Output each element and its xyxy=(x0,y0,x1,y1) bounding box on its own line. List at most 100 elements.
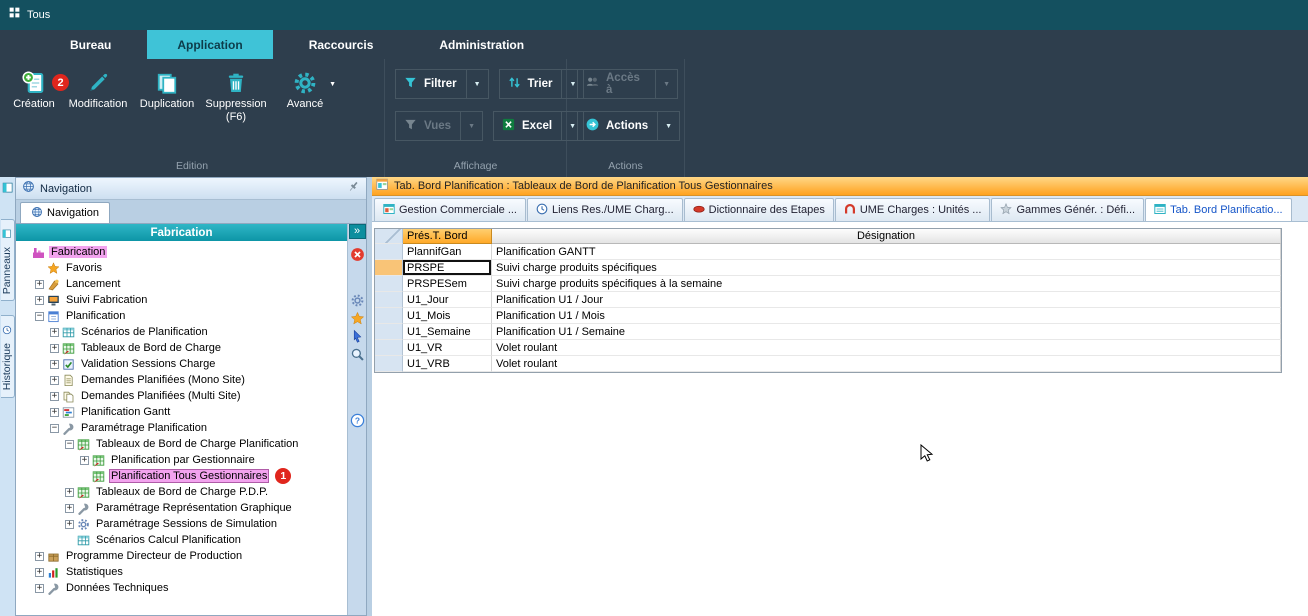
cell-designation[interactable]: Suivi charge produits spécifiques xyxy=(492,260,1281,276)
table-row[interactable]: U1_JourPlanification U1 / Jour xyxy=(375,292,1281,308)
document-tab-tab-bord-planificatio[interactable]: Tab. Bord Planificatio... xyxy=(1145,198,1292,221)
expander-minus-icon[interactable]: − xyxy=(35,312,44,321)
grid-corner[interactable] xyxy=(375,229,403,244)
row-indicator[interactable] xyxy=(375,292,403,308)
tree-item-tableaux-de-bord-de-charge-p-d-p[interactable]: +Tableaux de Bord de Charge P.D.P. xyxy=(16,484,347,500)
table-row[interactable]: PRSPESemSuivi charge produits spécifique… xyxy=(375,276,1281,292)
cell-designation[interactable]: Planification U1 / Semaine xyxy=(492,324,1281,340)
duplication-button[interactable]: Duplication xyxy=(134,65,200,111)
cell-pres-t-bord[interactable]: U1_Mois xyxy=(403,308,492,324)
ribbon-tab-administration[interactable]: Administration xyxy=(409,30,554,59)
row-indicator[interactable] xyxy=(375,260,403,276)
ribbon-tab-bureau[interactable]: Bureau xyxy=(40,30,141,59)
edge-tab-panneaux[interactable]: Panneaux xyxy=(1,219,15,301)
tree-item-planification[interactable]: −Planification xyxy=(16,308,347,324)
collapse-panel-button[interactable]: » xyxy=(349,224,366,239)
magnifier-icon[interactable] xyxy=(350,347,365,362)
expander-plus-icon[interactable]: + xyxy=(35,296,44,305)
table-row[interactable]: PRSPESuivi charge produits spécifiques xyxy=(375,260,1281,276)
expander-plus-icon[interactable]: + xyxy=(65,520,74,529)
expander-minus-icon[interactable]: − xyxy=(50,424,59,433)
expander-plus-icon[interactable]: + xyxy=(50,392,59,401)
tree-item-scenarios-de-planification[interactable]: +Scénarios de Planification xyxy=(16,324,347,340)
expander-plus-icon[interactable]: + xyxy=(50,360,59,369)
expander-plus-icon[interactable]: + xyxy=(35,568,44,577)
expander-plus-icon[interactable]: + xyxy=(80,456,89,465)
cell-designation[interactable]: Volet roulant xyxy=(492,356,1281,372)
close-red-icon[interactable] xyxy=(350,247,365,262)
tree-item-scenarios-calcul-planification[interactable]: Scénarios Calcul Planification xyxy=(16,532,347,548)
table-row[interactable]: U1_MoisPlanification U1 / Mois xyxy=(375,308,1281,324)
suppression-button[interactable]: Suppression(F6) xyxy=(203,65,269,124)
star-icon[interactable] xyxy=(350,311,365,326)
cell-designation[interactable]: Planification GANTT xyxy=(492,244,1281,260)
edge-tab-historique[interactable]: Historique xyxy=(1,315,15,397)
cell-designation[interactable]: Volet roulant xyxy=(492,340,1281,356)
document-tab-dictionnaire-des-etapes[interactable]: Dictionnaire des Etapes xyxy=(684,198,834,221)
expander-plus-icon[interactable]: + xyxy=(50,344,59,353)
table-row[interactable]: PlannifGanPlanification GANTT xyxy=(375,244,1281,260)
tree-item-validation-sessions-charge[interactable]: +Validation Sessions Charge xyxy=(16,356,347,372)
tree-item-fabrication[interactable]: Fabrication xyxy=(16,244,347,260)
row-indicator[interactable] xyxy=(375,324,403,340)
ribbon-tab-raccourcis[interactable]: Raccourcis xyxy=(279,30,404,59)
table-row[interactable]: U1_VRVolet roulant xyxy=(375,340,1281,356)
tree-item-tableaux-de-bord-de-charge[interactable]: +Tableaux de Bord de Charge xyxy=(16,340,347,356)
tree-item-parametrage-sessions-de-simulation[interactable]: +Paramétrage Sessions de Simulation xyxy=(16,516,347,532)
modification-button[interactable]: Modification xyxy=(65,65,131,111)
tree-item-tableaux-de-bord-de-charge-planification[interactable]: −Tableaux de Bord de Charge Planificatio… xyxy=(16,436,347,452)
expander-plus-icon[interactable]: + xyxy=(35,584,44,593)
expander-plus-icon[interactable]: + xyxy=(50,328,59,337)
cursor-icon[interactable] xyxy=(350,329,365,344)
table-row[interactable]: U1_SemainePlanification U1 / Semaine xyxy=(375,324,1281,340)
cell-pres-t-bord[interactable]: U1_Semaine xyxy=(403,324,492,340)
row-indicator[interactable] xyxy=(375,356,403,372)
panel-toggle-icon[interactable] xyxy=(2,181,14,199)
tools-icon[interactable] xyxy=(350,293,365,308)
expander-plus-icon[interactable]: + xyxy=(35,552,44,561)
actions-button[interactable]: Actions▼ xyxy=(577,111,680,141)
tree-item-demandes-planifiees-multi-site[interactable]: +Demandes Planifiées (Multi Site) xyxy=(16,388,347,404)
row-indicator[interactable] xyxy=(375,276,403,292)
expander-plus-icon[interactable]: + xyxy=(50,408,59,417)
tab-navigation[interactable]: Navigation xyxy=(20,202,110,223)
tree-item-parametrage-planification[interactable]: −Paramétrage Planification xyxy=(16,420,347,436)
cell-designation[interactable]: Planification U1 / Jour xyxy=(492,292,1281,308)
cell-designation[interactable]: Planification U1 / Mois xyxy=(492,308,1281,324)
row-indicator[interactable] xyxy=(375,244,403,260)
tree-item-suivi-fabrication[interactable]: +Suivi Fabrication xyxy=(16,292,347,308)
expander-plus-icon[interactable]: + xyxy=(65,504,74,513)
creation-button[interactable]: Création2 xyxy=(6,65,62,111)
cell-pres-t-bord[interactable]: U1_VR xyxy=(403,340,492,356)
tree-item-favoris[interactable]: Favoris xyxy=(16,260,347,276)
document-tab-ume-charges-unites[interactable]: UME Charges : Unités ... xyxy=(835,198,991,221)
tree-item-lancement[interactable]: +Lancement xyxy=(16,276,347,292)
document-tab-gestion-commerciale[interactable]: Gestion Commerciale ... xyxy=(374,198,526,221)
avance-button[interactable]: Avancé▼ xyxy=(272,65,338,111)
tree-item-programme-directeur-de-production[interactable]: +Programme Directeur de Production xyxy=(16,548,347,564)
cell-pres-t-bord[interactable]: PRSPESem xyxy=(403,276,492,292)
column-header-designation[interactable]: Désignation xyxy=(492,229,1281,244)
cell-designation[interactable]: Suivi charge produits spécifiques à la s… xyxy=(492,276,1281,292)
expander-minus-icon[interactable]: − xyxy=(65,440,74,449)
cell-pres-t-bord[interactable]: U1_VRB xyxy=(403,356,492,372)
pin-icon[interactable] xyxy=(347,180,360,198)
document-tab-liens-res-ume-charg[interactable]: Liens Res./UME Charg... xyxy=(527,198,683,221)
expander-plus-icon[interactable]: + xyxy=(65,488,74,497)
ribbon-tab-application[interactable]: Application xyxy=(147,30,272,59)
cell-pres-t-bord[interactable]: PRSPE xyxy=(403,260,492,276)
filtrer-button[interactable]: Filtrer▼ xyxy=(395,69,489,99)
table-row[interactable]: U1_VRBVolet roulant xyxy=(375,356,1281,372)
tree-item-parametrage-representation-graphique[interactable]: +Paramétrage Représentation Graphique xyxy=(16,500,347,516)
cell-pres-t-bord[interactable]: U1_Jour xyxy=(403,292,492,308)
expander-plus-icon[interactable]: + xyxy=(50,376,59,385)
tree-item-demandes-planifiees-mono-site[interactable]: +Demandes Planifiées (Mono Site) xyxy=(16,372,347,388)
tree-item-planification-gantt[interactable]: +Planification Gantt xyxy=(16,404,347,420)
tree-item-planification-par-gestionnaire[interactable]: +Planification par Gestionnaire xyxy=(16,452,347,468)
tree-item-statistiques[interactable]: +Statistiques xyxy=(16,564,347,580)
tree-item-planification-tous-gestionnaires[interactable]: Planification Tous Gestionnaires1 xyxy=(16,468,347,484)
row-indicator[interactable] xyxy=(375,340,403,356)
document-tab-gammes-gener-defi[interactable]: Gammes Génér. : Défi... xyxy=(991,198,1144,221)
expander-plus-icon[interactable]: + xyxy=(35,280,44,289)
cell-pres-t-bord[interactable]: PlannifGan xyxy=(403,244,492,260)
